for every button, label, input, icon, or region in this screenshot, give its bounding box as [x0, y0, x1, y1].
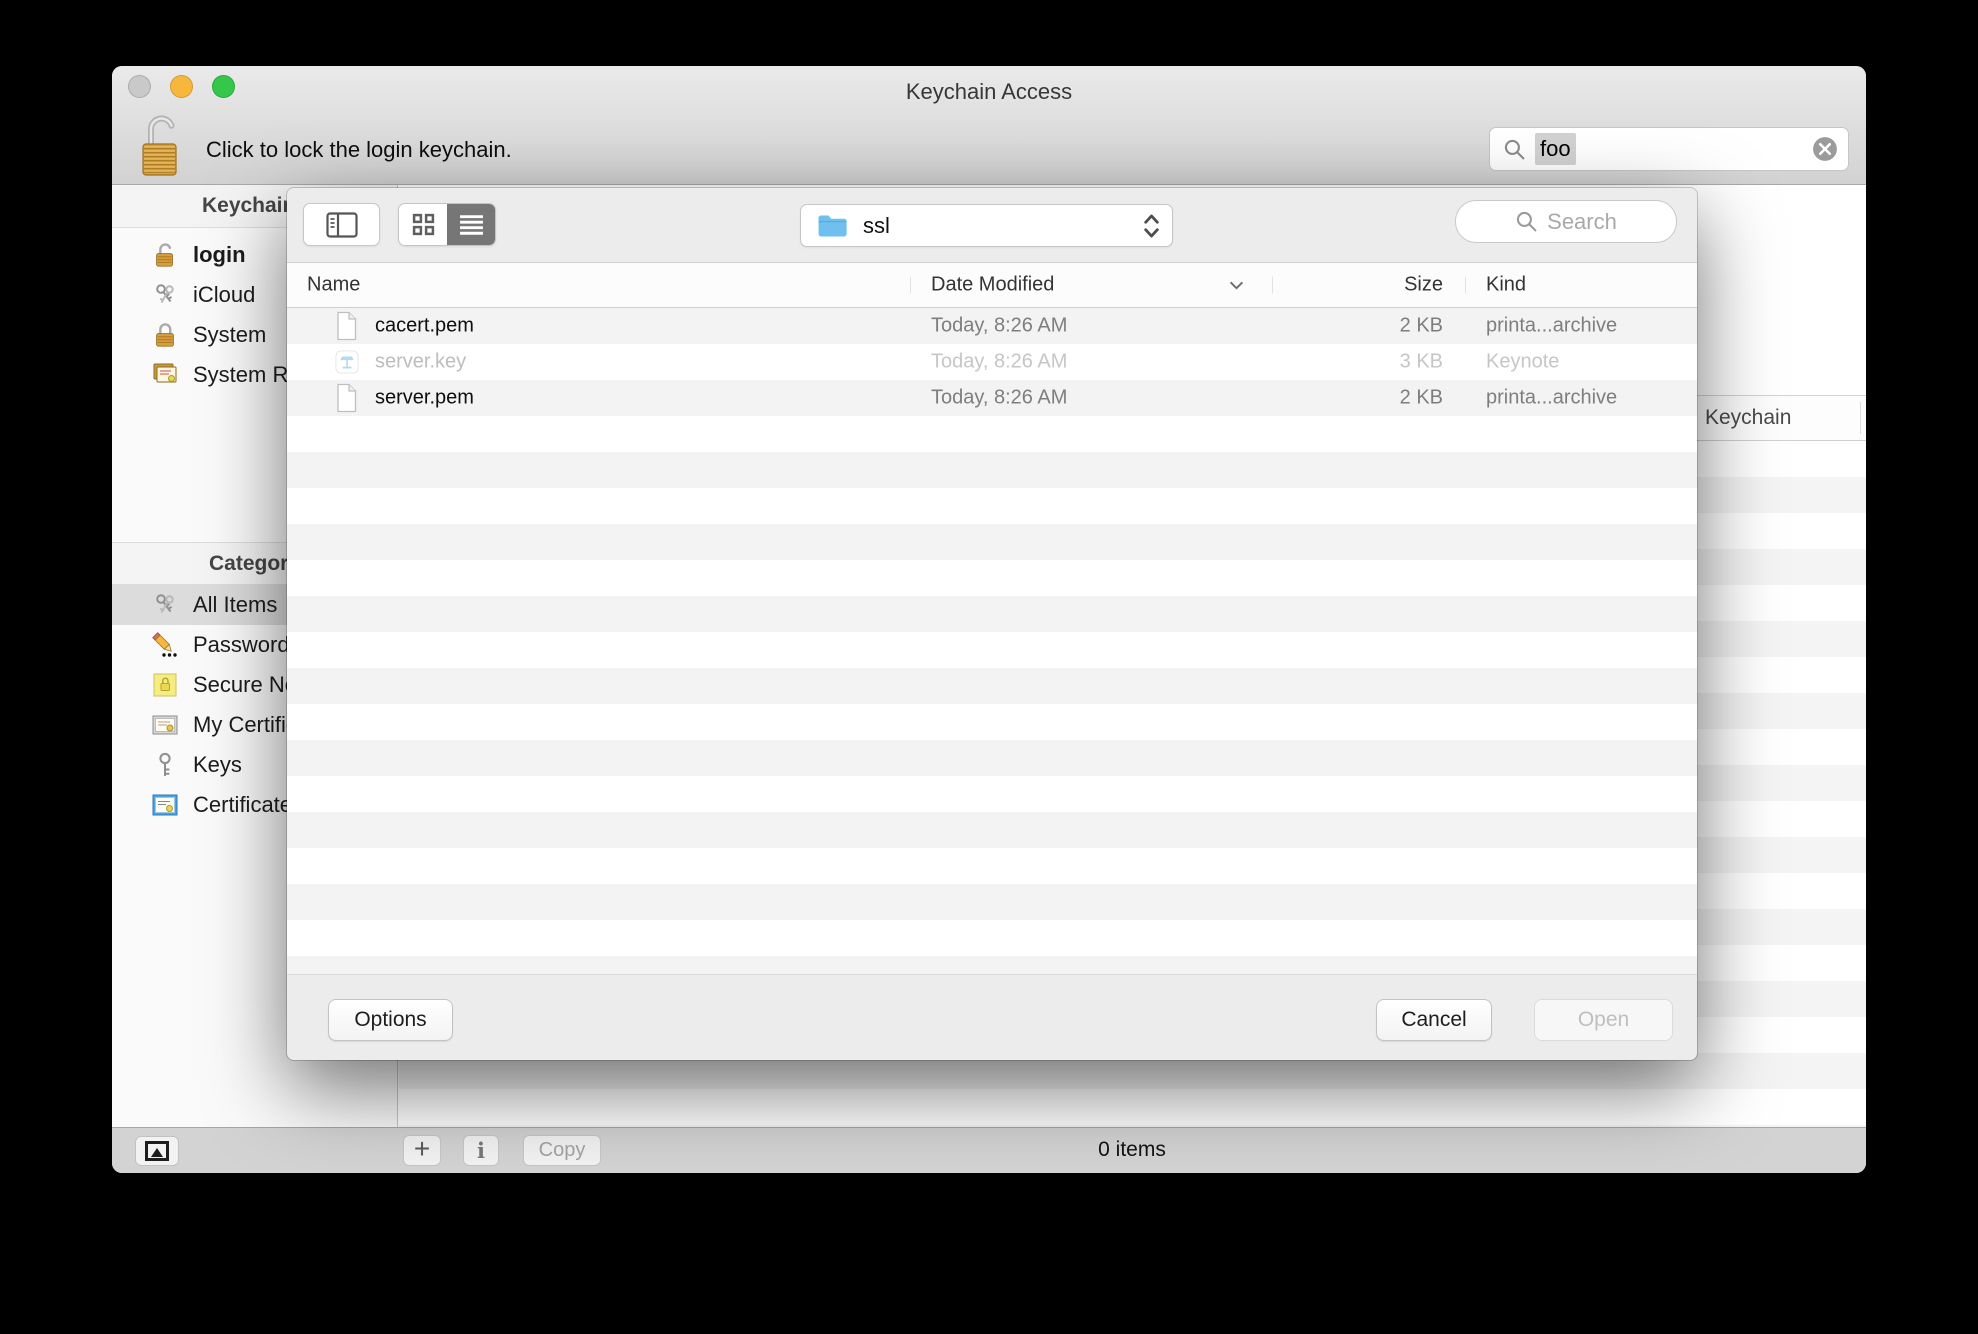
sort-chevron-icon: [1229, 280, 1244, 291]
file-row-server-key[interactable]: server.key Today, 8:26 AM 3 KB Keynote: [287, 344, 1697, 380]
search-icon: [1515, 210, 1538, 233]
view-mode-segmented-control: [398, 203, 496, 246]
certificate-stack-icon: [150, 360, 180, 390]
keychains-panel-toggle-button[interactable]: [135, 1136, 179, 1166]
file-table-header: Name Date Modified Size Kind: [287, 262, 1697, 308]
sidebar-toggle-icon: [326, 212, 358, 238]
options-button[interactable]: Options: [328, 999, 453, 1041]
locked-padlock-icon: [150, 320, 180, 350]
document-icon: [335, 311, 361, 341]
file-row-server-pem[interactable]: server.pem Today, 8:26 AM 2 KB printa...…: [287, 380, 1697, 416]
column-header-date-modified[interactable]: Date Modified: [931, 274, 1054, 297]
search-value: foo: [1535, 133, 1576, 165]
list-view-button[interactable]: [447, 204, 495, 245]
copy-button[interactable]: Copy: [523, 1135, 601, 1166]
dialog-search-input[interactable]: Search: [1455, 200, 1677, 243]
search-placeholder: Search: [1547, 209, 1617, 235]
cancel-button[interactable]: Cancel: [1376, 999, 1492, 1041]
keys-icon: [150, 280, 180, 310]
folder-select-value: ssl: [863, 213, 890, 239]
statusbar: + i Copy 0 items: [112, 1127, 1866, 1173]
list-view-icon: [459, 214, 484, 236]
clear-search-icon[interactable]: [1812, 136, 1838, 162]
panel-triangle-icon: [145, 1141, 169, 1161]
info-icon: i: [477, 1138, 485, 1163]
certificate-icon: [150, 790, 180, 820]
items-count: 0 items: [1098, 1128, 1166, 1174]
info-button[interactable]: i: [463, 1135, 499, 1166]
window-title: Keychain Access: [112, 79, 1866, 105]
my-certificate-icon: [150, 710, 180, 740]
grid-view-icon: [412, 213, 435, 236]
column-header-name[interactable]: Name: [307, 274, 360, 297]
keychain-column-header[interactable]: Keychain: [1705, 406, 1791, 430]
column-header-size[interactable]: Size: [1282, 274, 1443, 297]
folder-icon: [817, 214, 848, 237]
file-list: cacert.pem Today, 8:26 AM 2 KB printa...…: [287, 308, 1697, 975]
column-divider: [1860, 402, 1861, 434]
document-icon: [335, 383, 361, 413]
secure-note-icon: [150, 670, 180, 700]
keynote-icon: [335, 347, 361, 377]
screen: Keychain Access Click to lock the login …: [0, 0, 1978, 1334]
column-header-kind[interactable]: Kind: [1486, 274, 1526, 297]
key-icon: [150, 750, 180, 780]
add-item-button[interactable]: +: [403, 1135, 441, 1166]
unlocked-padlock-icon[interactable]: [137, 110, 181, 178]
titlebar: Keychain Access Click to lock the login …: [112, 66, 1866, 185]
open-button[interactable]: Open: [1534, 999, 1673, 1041]
plus-icon: +: [414, 1133, 430, 1165]
search-input[interactable]: foo: [1489, 127, 1849, 171]
keys-icon: [150, 590, 180, 620]
open-file-dialog: ssl Search Name Date Modified Size Kind: [287, 188, 1697, 1060]
chevron-up-down-icon: [1143, 212, 1160, 240]
folder-select[interactable]: ssl: [800, 204, 1173, 247]
icon-view-button[interactable]: [399, 204, 447, 245]
search-icon: [1503, 138, 1526, 161]
dialog-sidebar-toggle-button[interactable]: [303, 203, 380, 246]
lock-message: Click to lock the login keychain.: [206, 137, 512, 163]
password-pencil-icon: [150, 630, 180, 660]
unlocked-padlock-icon: [150, 240, 180, 270]
file-row-cacert-pem[interactable]: cacert.pem Today, 8:26 AM 2 KB printa...…: [287, 308, 1697, 344]
